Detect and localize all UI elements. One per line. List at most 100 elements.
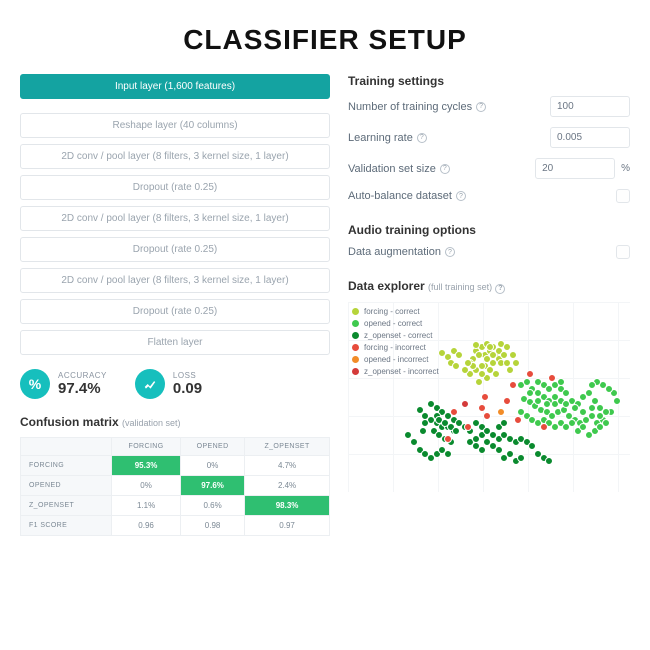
data-point[interactable]: [571, 404, 579, 412]
data-point[interactable]: [514, 416, 522, 424]
data-point[interactable]: [489, 431, 497, 439]
data-point[interactable]: [455, 351, 463, 359]
layer-item[interactable]: 2D conv / pool layer (8 filters, 3 kerne…: [20, 268, 330, 293]
data-point[interactable]: [497, 408, 505, 416]
data-point[interactable]: [416, 406, 424, 414]
data-point[interactable]: [500, 351, 508, 359]
balance-checkbox[interactable]: [616, 189, 630, 203]
lr-input[interactable]: [550, 127, 630, 148]
data-point[interactable]: [464, 423, 472, 431]
data-point[interactable]: [568, 419, 576, 427]
data-point[interactable]: [410, 438, 418, 446]
help-icon[interactable]: ?: [476, 102, 486, 112]
data-point[interactable]: [540, 423, 548, 431]
training-settings-title: Training settings: [348, 74, 630, 88]
legend-item: forcing - correct: [352, 306, 439, 318]
layer-list: Input layer (1,600 features) Reshape laye…: [20, 74, 330, 355]
data-point[interactable]: [562, 400, 570, 408]
help-icon[interactable]: ?: [440, 164, 450, 174]
help-icon[interactable]: ?: [417, 133, 427, 143]
cm-cell: 0.98: [181, 516, 245, 536]
page-title: CLASSIFIER SETUP: [0, 0, 650, 74]
augment-label: Data augmentation ?: [348, 246, 455, 258]
chart-icon: [135, 369, 165, 399]
data-point[interactable]: [528, 442, 536, 450]
legend-dot-icon: [352, 368, 359, 375]
data-point[interactable]: [588, 381, 596, 389]
data-explorer-title: Data explorer (full training set) ?: [348, 279, 630, 294]
data-point[interactable]: [475, 378, 483, 386]
layer-item[interactable]: Dropout (rate 0.25): [20, 175, 330, 200]
data-point[interactable]: [588, 404, 596, 412]
data-point[interactable]: [500, 419, 508, 427]
data-point[interactable]: [450, 408, 458, 416]
data-point[interactable]: [481, 393, 489, 401]
data-point[interactable]: [419, 427, 427, 435]
data-point[interactable]: [506, 366, 514, 374]
data-point[interactable]: [509, 381, 517, 389]
data-point[interactable]: [585, 389, 593, 397]
data-point[interactable]: [478, 404, 486, 412]
data-point[interactable]: [478, 446, 486, 454]
data-point[interactable]: [562, 389, 570, 397]
help-icon[interactable]: ?: [445, 247, 455, 257]
data-point[interactable]: [452, 362, 460, 370]
legend-dot-icon: [352, 320, 359, 327]
cycles-label: Number of training cycles ?: [348, 101, 486, 113]
layer-item[interactable]: 2D conv / pool layer (8 filters, 3 kerne…: [20, 144, 330, 169]
data-point[interactable]: [557, 378, 565, 386]
balance-label: Auto-balance dataset ?: [348, 190, 466, 202]
layer-item[interactable]: Dropout (rate 0.25): [20, 299, 330, 324]
data-point[interactable]: [512, 359, 520, 367]
data-point[interactable]: [602, 408, 610, 416]
data-point[interactable]: [503, 397, 511, 405]
lr-label: Learning rate ?: [348, 132, 427, 144]
cm-row-header: Z_OPENSET: [21, 496, 112, 516]
data-point[interactable]: [506, 450, 514, 458]
data-point[interactable]: [545, 457, 553, 465]
help-icon[interactable]: ?: [456, 191, 466, 201]
data-point[interactable]: [452, 427, 460, 435]
data-point[interactable]: [613, 397, 621, 405]
help-icon[interactable]: ?: [495, 284, 505, 294]
data-point[interactable]: [492, 370, 500, 378]
valset-input[interactable]: [535, 158, 615, 179]
data-point[interactable]: [461, 400, 469, 408]
data-point[interactable]: [602, 419, 610, 427]
layer-item[interactable]: Dropout (rate 0.25): [20, 237, 330, 262]
data-point[interactable]: [526, 389, 534, 397]
data-point[interactable]: [579, 423, 587, 431]
data-point[interactable]: [517, 454, 525, 462]
layer-item[interactable]: 2D conv / pool layer (8 filters, 3 kerne…: [20, 206, 330, 231]
loss-value: 0.09: [173, 380, 202, 397]
data-point[interactable]: [548, 374, 556, 382]
data-explorer[interactable]: forcing - correctopened - correctz_opens…: [348, 302, 630, 492]
cycles-input[interactable]: [550, 96, 630, 117]
scatter-legend: forcing - correctopened - correctz_opens…: [352, 306, 439, 378]
cm-cell: 97.6%: [181, 476, 245, 496]
data-point[interactable]: [444, 450, 452, 458]
accuracy-label: ACCURACY: [58, 371, 107, 380]
layer-item[interactable]: Flatten layer: [20, 330, 330, 355]
data-point[interactable]: [483, 412, 491, 420]
percent-label: %: [621, 163, 630, 174]
augment-checkbox[interactable]: [616, 245, 630, 259]
legend-item: z_openset - correct: [352, 330, 439, 342]
data-point[interactable]: [579, 408, 587, 416]
legend-dot-icon: [352, 356, 359, 363]
loss-metric: LOSS 0.09: [135, 369, 202, 399]
data-point[interactable]: [478, 362, 486, 370]
cm-cell: 95.3%: [112, 456, 181, 476]
data-point[interactable]: [534, 397, 542, 405]
data-point[interactable]: [526, 370, 534, 378]
layer-item[interactable]: Reshape layer (40 columns): [20, 113, 330, 138]
data-point[interactable]: [509, 351, 517, 359]
layer-item[interactable]: Input layer (1,600 features): [20, 74, 330, 99]
data-point[interactable]: [503, 343, 511, 351]
data-point[interactable]: [461, 366, 469, 374]
legend-dot-icon: [352, 344, 359, 351]
cm-cell: 0.96: [112, 516, 181, 536]
data-point[interactable]: [495, 446, 503, 454]
data-point[interactable]: [543, 400, 551, 408]
data-point[interactable]: [444, 435, 452, 443]
